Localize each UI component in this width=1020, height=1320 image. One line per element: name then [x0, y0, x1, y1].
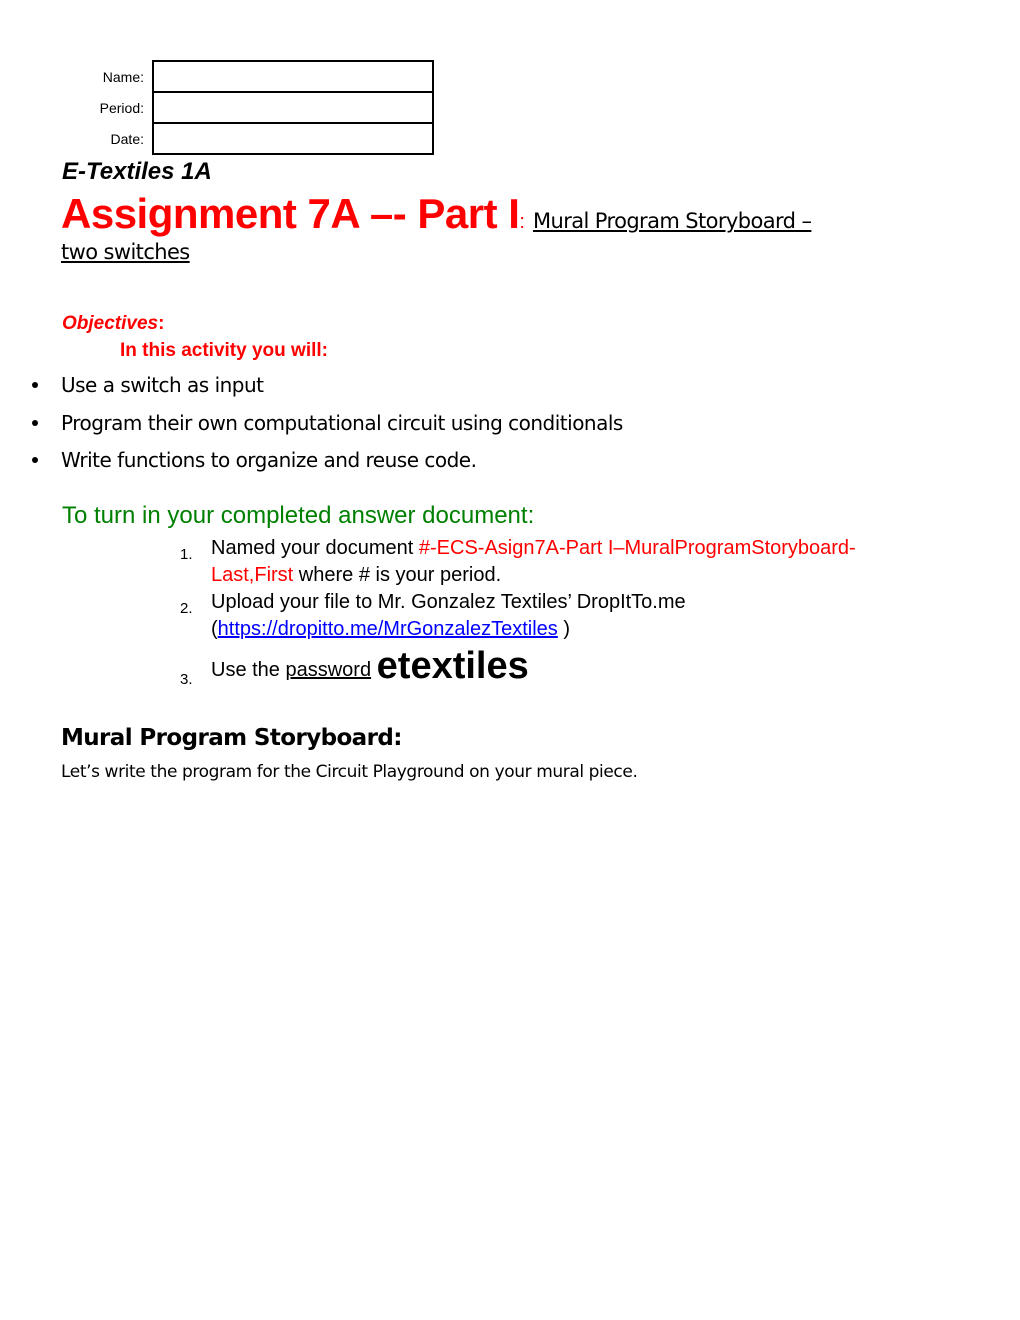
date-row: Date: [60, 122, 434, 155]
list-item: Use a switch as input [30, 370, 623, 408]
dropitto-link[interactable]: https://dropitto.me/MrGonzalezTextiles [218, 618, 558, 640]
period-row: Period: [60, 91, 434, 124]
step-number: 1. [180, 546, 193, 563]
step-text: Upload your file to Mr. Gonzalez Textile… [211, 591, 686, 613]
paren-close: ) [557, 618, 571, 640]
storyboard-text: Let’s write the program for the Circuit … [61, 762, 638, 782]
assignment-title-main: Assignment 7A –- Part I [61, 190, 520, 237]
list-item: Write functions to organize and reuse co… [30, 445, 623, 483]
objectives-heading-colon: : [158, 313, 165, 334]
period-label: Period: [99, 99, 144, 116]
list-item: Program their own computational circuit … [30, 408, 623, 446]
date-label: Date: [110, 130, 144, 147]
bullet-icon [32, 419, 38, 426]
step-text: Use the [211, 659, 286, 681]
course-title: E-Textiles 1A [62, 158, 212, 185]
step-number: 3. [180, 671, 193, 688]
step-1: 1. Named your document #-ECS-Asign7A-Par… [180, 535, 880, 589]
paren-open: ( [211, 618, 218, 640]
assignment-title: Assignment 7A –- Part I: Mural Program S… [61, 188, 961, 250]
objectives-heading: Objectives: [62, 313, 164, 335]
password-label: password [285, 659, 372, 681]
turn-in-heading: To turn in your completed answer documen… [62, 502, 535, 529]
assignment-subtitle-cont: two switches [61, 240, 190, 264]
date-field[interactable] [152, 122, 434, 155]
student-info-table: Name: Period: Date: [60, 60, 434, 155]
turn-in-steps: 1. Named your document #-ECS-Asign7A-Par… [180, 535, 880, 690]
bullet-icon [32, 457, 38, 463]
objectives-list: Use a switch as input Program their own … [30, 370, 623, 483]
objective-text: Use a switch as input [61, 373, 264, 397]
assignment-subtitle: Mural Program Storyboard – [532, 209, 812, 233]
name-field[interactable] [152, 60, 434, 93]
objectives-intro: In this activity you will: [120, 340, 328, 361]
name-row: Name: [60, 60, 434, 93]
objective-text: Program their own computational circuit … [61, 410, 623, 435]
step-text: Named your document [211, 537, 419, 559]
period-field[interactable] [152, 91, 434, 124]
step-2: 2. Upload your file to Mr. Gonzalez Text… [180, 589, 880, 643]
bullet-icon [32, 382, 38, 388]
step-number: 2. [180, 600, 193, 617]
objectives-heading-text: Objectives [62, 313, 159, 334]
step-text-after: where # is your period. [293, 564, 502, 586]
password-value: etextiles [376, 645, 529, 687]
storyboard-heading: Mural Program Storyboard: [61, 725, 402, 751]
assignment-title-colon: : [519, 211, 525, 233]
name-label: Name: [102, 68, 144, 85]
step-3: 3. Use the password etextiles [180, 646, 880, 690]
objective-text: Write functions to organize and reuse co… [61, 448, 477, 472]
